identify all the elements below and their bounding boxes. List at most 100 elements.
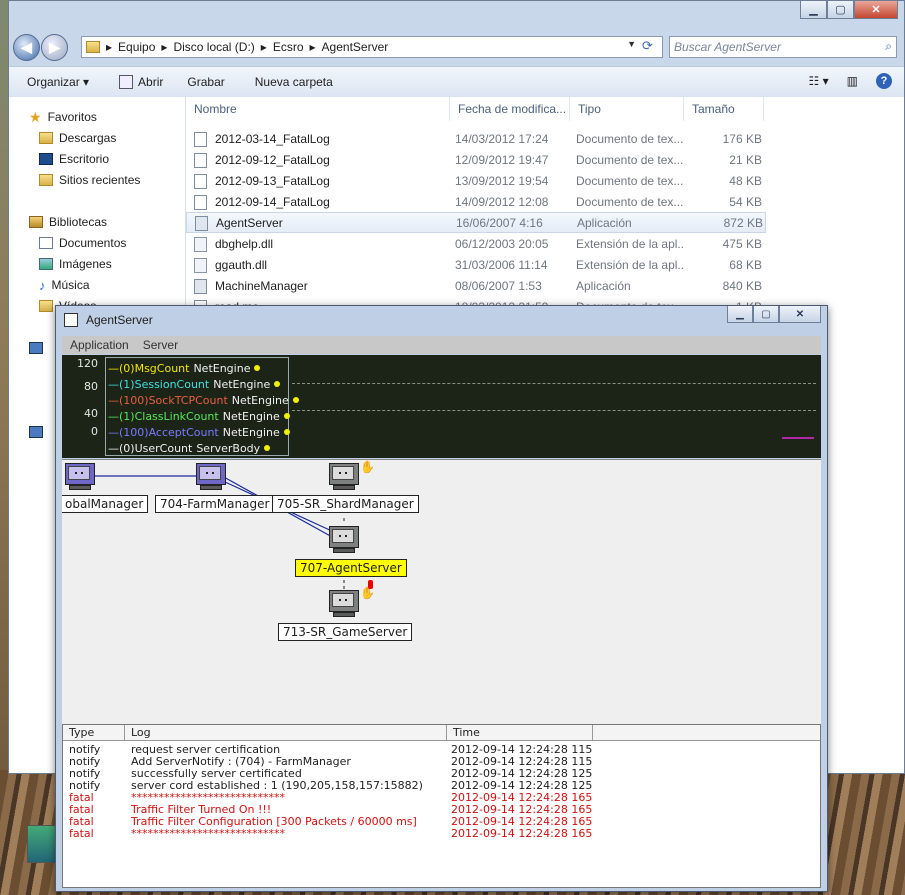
minimize-button[interactable]: ▁ [727, 306, 753, 323]
text-file-icon [194, 174, 207, 189]
window-app-icon [64, 313, 78, 327]
open-button[interactable]: Abrir [119, 75, 163, 89]
libraries-icon [29, 216, 43, 228]
node-label[interactable]: 705-SR_ShardManager [272, 495, 419, 513]
chevron-down-icon[interactable]: ▼ [627, 39, 636, 49]
legend-swatch: — [108, 425, 119, 439]
log-column-type[interactable]: Type [63, 725, 125, 740]
node-label[interactable]: obalManager [62, 495, 149, 513]
organize-button[interactable]: Organizar ▾ [27, 75, 89, 89]
menu-application[interactable]: Application [70, 338, 129, 352]
view-options-icon[interactable]: ☷ ▾ [809, 74, 829, 88]
legend-item[interactable]: — (1)SessionCount NetEngine [108, 376, 281, 392]
forward-arrow-icon[interactable]: ▶ [41, 34, 68, 61]
node-label[interactable]: 704-FarmManager [155, 495, 275, 513]
burn-button[interactable]: Grabar [187, 75, 224, 89]
legend-label: (100)SockTCPCount [119, 393, 228, 407]
file-row[interactable]: 2012-09-13_FatalLog 13/09/2012 19:54 Doc… [186, 171, 766, 192]
node-label-selected[interactable]: 707-AgentServer [295, 559, 407, 577]
address-bar[interactable]: ▸ Equipo ▸ Disco local (D:) ▸ Ecsro ▸ Ag… [81, 36, 663, 58]
text-file-icon [194, 153, 207, 168]
star-icon: ★ [29, 108, 42, 125]
nav-favorites[interactable]: ★ Favoritos [29, 107, 97, 127]
network-icon [29, 426, 43, 438]
server-node-icon[interactable] [329, 463, 359, 491]
grid-line [292, 383, 816, 384]
maximize-button[interactable]: ▢ [753, 306, 779, 323]
nav-images[interactable]: Imágenes [39, 254, 112, 274]
column-header-size[interactable]: Tamaño [684, 97, 764, 121]
breadcrumb-3[interactable]: AgentServer [322, 40, 389, 54]
nav-desktop[interactable]: Escritorio [39, 149, 109, 169]
legend-item[interactable]: — (100)SockTCPCount NetEngine [108, 392, 299, 408]
application-file-icon [195, 216, 208, 231]
file-row[interactable]: MachineManager 08/06/2007 1:53 Aplicació… [186, 276, 766, 297]
server-node-icon[interactable] [329, 526, 359, 554]
legend-label: (0)UserCount [119, 441, 193, 455]
status-dot-icon [292, 397, 299, 403]
server-node-icon[interactable] [196, 463, 226, 491]
file-row[interactable]: 2012-09-12_FatalLog 12/09/2012 19:47 Doc… [186, 150, 766, 171]
nav-recent-places[interactable]: Sitios recientes [39, 170, 140, 190]
maximize-button[interactable]: ▢ [827, 1, 854, 19]
server-node-icon[interactable] [329, 590, 359, 618]
log-column-log[interactable]: Log [125, 725, 447, 740]
legend-item[interactable]: — (0)UserCount ServerBody [108, 440, 271, 456]
close-button[interactable]: ✕ [779, 306, 821, 323]
log-column-time[interactable]: Time [447, 725, 593, 740]
nav-computer[interactable] [29, 338, 49, 358]
legend-swatch: — [108, 409, 119, 423]
node-label[interactable]: 713-SR_GameServer [278, 623, 413, 641]
graph-legend: — (0)MsgCount NetEngine — (1)SessionCoun… [105, 357, 299, 456]
menu-server[interactable]: Server [143, 338, 178, 352]
file-row-selected[interactable]: AgentServer 16/06/2007 4:16 Aplicación 8… [186, 212, 766, 233]
breadcrumb-0[interactable]: Equipo [118, 40, 155, 54]
status-dot-icon [283, 413, 290, 419]
legend-swatch: — [108, 393, 119, 407]
new-folder-button[interactable]: Nueva carpeta [255, 75, 333, 89]
refresh-icon[interactable]: ⟳ [642, 38, 660, 56]
legend-item[interactable]: — (1)ClassLinkCount NetEngine [108, 408, 290, 424]
folder-icon [86, 41, 100, 53]
breadcrumb-1[interactable]: Disco local (D:) [173, 40, 254, 54]
grid-line [292, 410, 816, 411]
minimize-button[interactable]: ▁ [800, 1, 827, 19]
legend-item[interactable]: — (100)AcceptCount NetEngine [108, 424, 290, 440]
agentserver-titlebar[interactable]: AgentServer ▁ ▢ ✕ [56, 306, 827, 334]
server-node-icon[interactable] [65, 463, 95, 491]
search-icon[interactable]: ⌕ [885, 39, 892, 54]
performance-graph: 120 80 40 0 — (0)MsgCount NetEngine — (1… [62, 355, 821, 458]
computer-icon [29, 342, 43, 354]
close-button[interactable]: ✕ [854, 1, 898, 19]
back-arrow-icon[interactable]: ◀ [13, 34, 40, 61]
file-row[interactable]: 2012-09-14_FatalLog 14/09/2012 12:08 Doc… [186, 192, 766, 213]
images-icon [39, 258, 53, 270]
log-row-fatal[interactable]: fatal **************************** 2012-… [63, 828, 820, 840]
breadcrumb-2[interactable]: Ecsro [273, 40, 304, 54]
legend-swatch: — [108, 441, 119, 455]
nav-documents[interactable]: Documentos [39, 233, 126, 253]
search-input[interactable]: Buscar AgentServer ⌕ [669, 36, 897, 58]
legend-label: (100)AcceptCount [119, 425, 219, 439]
nav-libraries[interactable]: Bibliotecas [29, 212, 107, 232]
file-row[interactable]: dbghelp.dll 06/12/2003 20:05 Extensión d… [186, 234, 766, 255]
column-header-name[interactable]: Nombre [186, 97, 450, 121]
music-icon: ♪ [39, 277, 46, 293]
column-header-date[interactable]: Fecha de modifica... [450, 97, 570, 121]
dll-file-icon [194, 237, 207, 252]
status-dot-icon [283, 429, 290, 435]
y-tick-label: 40 [84, 407, 98, 420]
column-header-type[interactable]: Tipo [570, 97, 684, 121]
y-tick-label: 80 [84, 380, 98, 393]
nav-music[interactable]: ♪ Música [39, 275, 90, 295]
help-icon[interactable]: ? [876, 73, 892, 89]
preview-pane-icon[interactable]: ▥ [847, 74, 858, 88]
file-row[interactable]: ggauth.dll 31/03/2006 11:14 Extensión de… [186, 255, 766, 276]
nav-downloads[interactable]: Descargas [39, 128, 116, 148]
explorer-titlebar[interactable]: ▁ ▢ ✕ [9, 1, 904, 29]
legend-item[interactable]: — (0)MsgCount NetEngine [108, 360, 261, 376]
file-row[interactable]: 2012-03-14_FatalLog 14/03/2012 17:24 Doc… [186, 129, 766, 150]
nav-network[interactable] [29, 422, 49, 442]
dll-file-icon [194, 258, 207, 273]
log-panel: Type Log Time notify request server cert… [62, 724, 821, 888]
